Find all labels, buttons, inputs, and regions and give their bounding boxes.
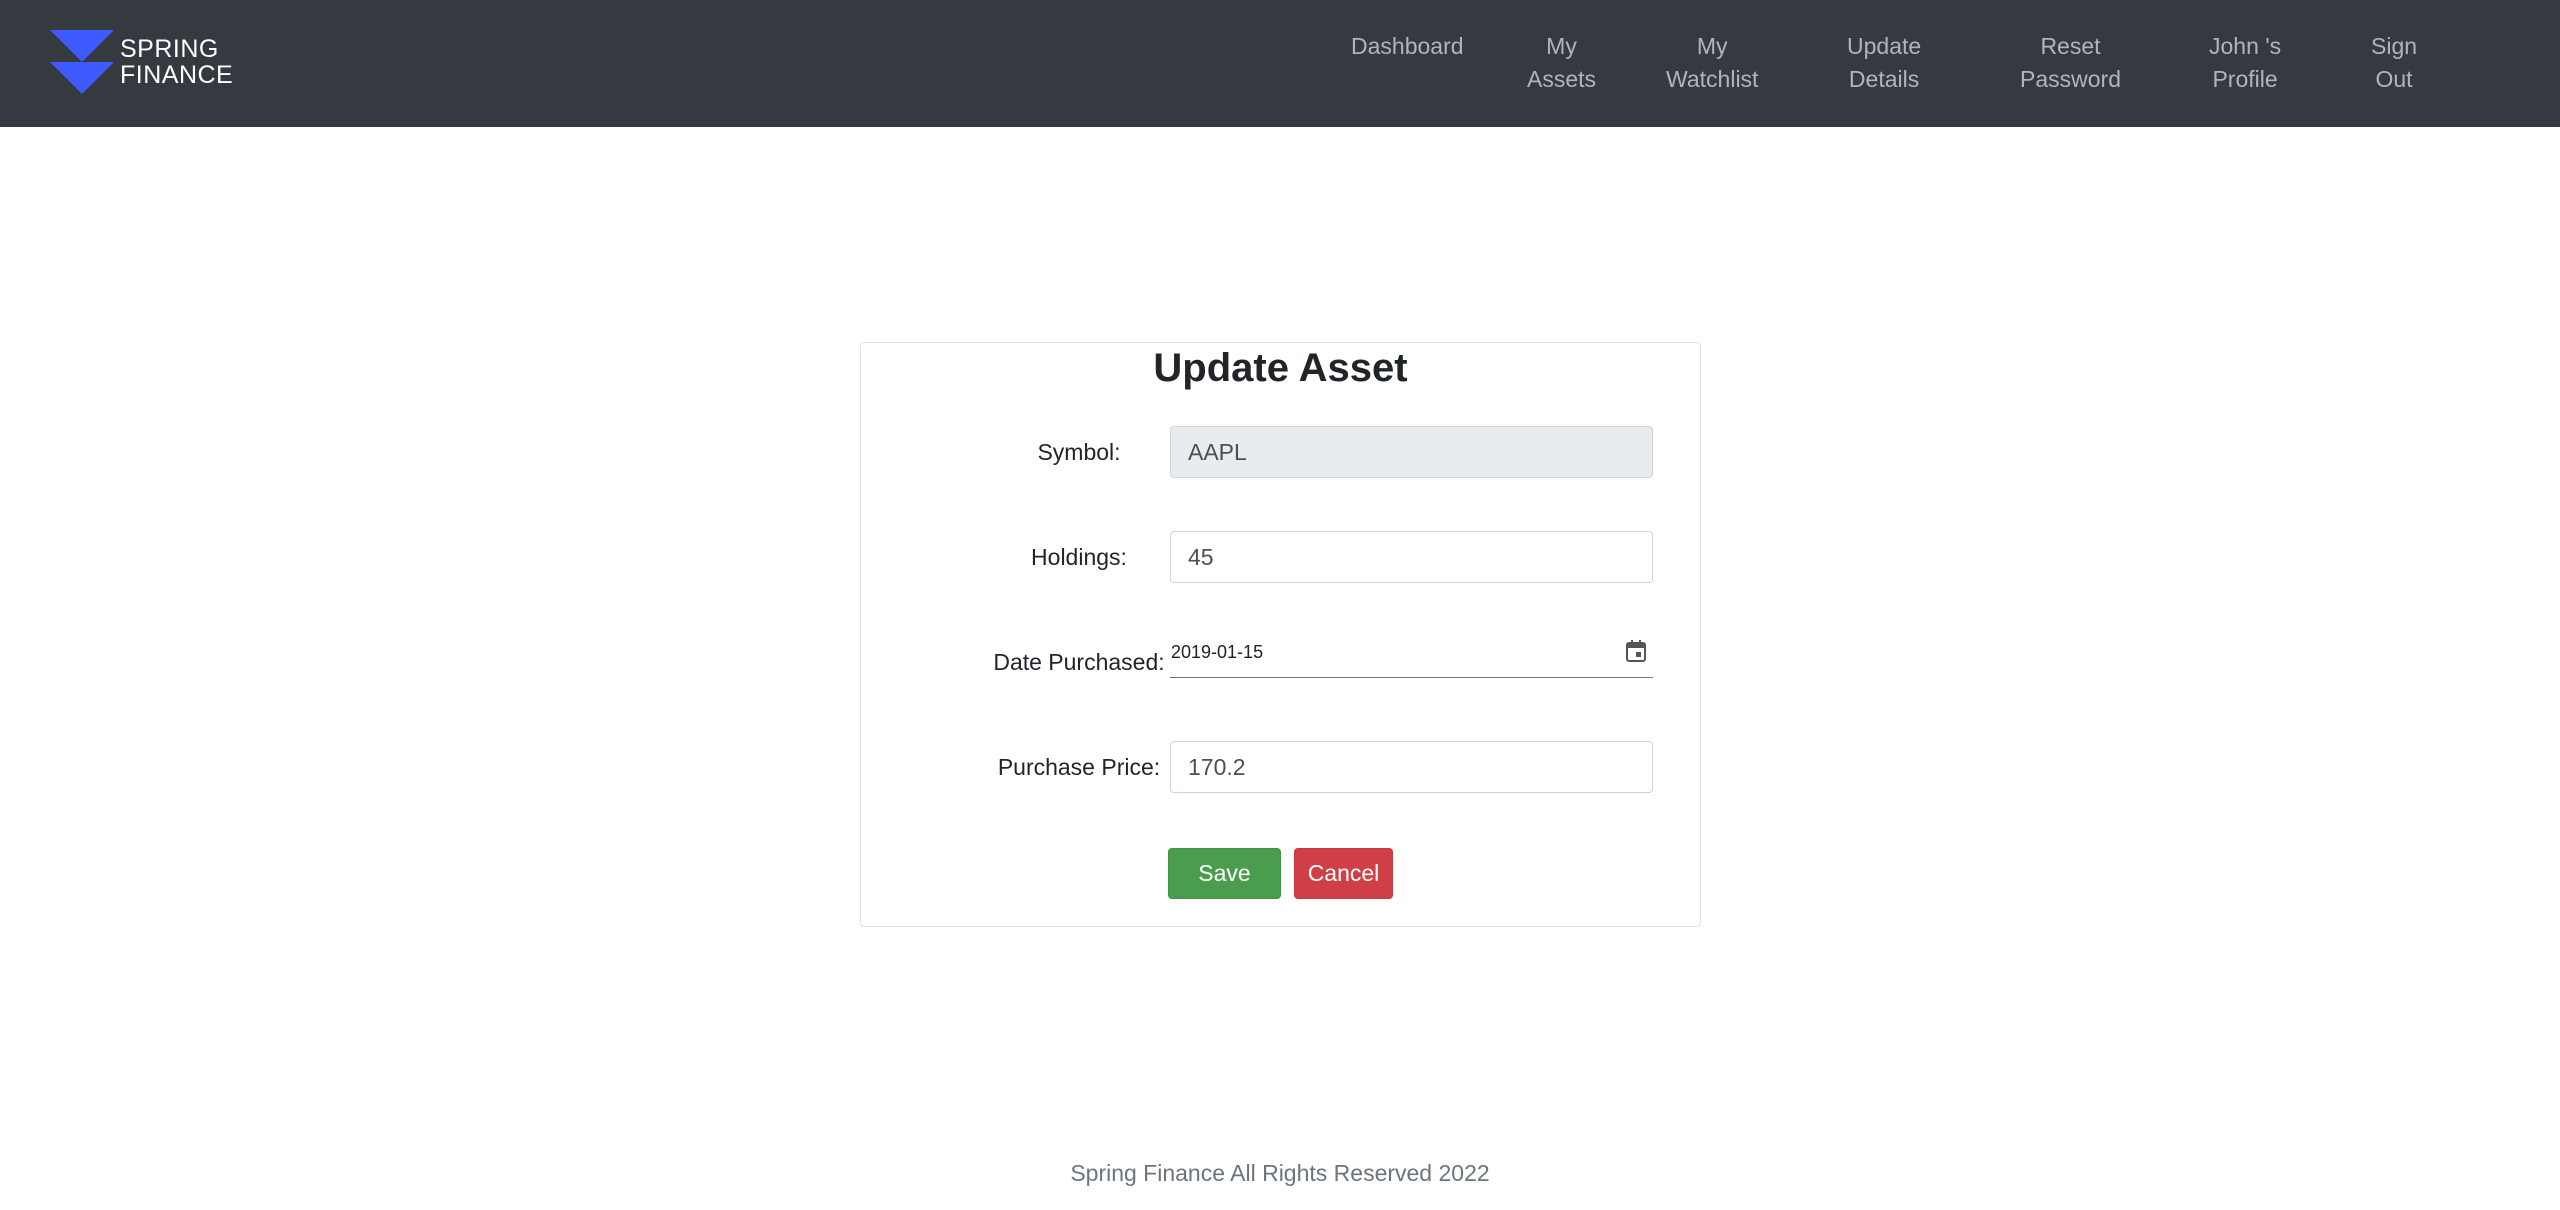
nav-profile[interactable]: John 's Profile [2209,30,2281,96]
spring-finance-logo-icon [50,30,114,94]
nav-dashboard[interactable]: Dashboard [1351,30,1464,63]
nav-my-assets-label-2: Assets [1527,66,1597,92]
brand-line-1: SPRING [120,35,219,63]
nav-sign-out-label-1: Sign [2371,33,2418,59]
nav-update-details-label-2: Details [1848,66,1920,92]
nav-update-details[interactable]: Update Details [1847,30,1921,96]
symbol-field[interactable] [1170,426,1653,478]
calendar-icon[interactable] [1625,639,1647,663]
navbar: SPRING FINANCE Dashboard My Assets My Wa… [0,0,2560,127]
brand-link[interactable]: SPRING FINANCE [50,30,233,94]
nav-reset-password[interactable]: Reset Password [2020,30,2121,96]
nav-my-assets[interactable]: My Assets [1527,30,1596,96]
nav-profile-label-2: Profile [2212,66,2278,92]
nav-profile-label-1: John 's [2209,33,2282,59]
save-button[interactable]: Save [1168,848,1281,899]
date-purchased-field[interactable]: 2019-01-15 [1170,638,1653,678]
cancel-button[interactable]: Cancel [1294,848,1393,899]
nav-my-watchlist[interactable]: My Watchlist [1666,30,1758,96]
nav-update-details-label-1: Update [1847,33,1922,59]
nav-reset-password-label-1: Reset [2040,33,2101,59]
update-asset-card: Update Asset Symbol: Holdings: Date Purc… [860,342,1701,927]
nav-dashboard-label: Dashboard [1351,33,1464,59]
nav-my-assets-label-1: My [1546,33,1577,59]
purchase-price-field[interactable] [1170,741,1653,793]
nav-my-watchlist-label-1: My [1696,33,1728,59]
holdings-field[interactable] [1170,531,1653,583]
date-purchased-value: 2019-01-15 [1171,642,1264,662]
brand-name: SPRING FINANCE [120,36,233,88]
nav-reset-password-label-2: Password [2020,66,2121,92]
page-title: Update Asset [1153,346,1408,390]
nav-sign-out[interactable]: Sign Out [2371,30,2417,96]
brand-line-2: FINANCE [120,61,234,89]
footer-text: Spring Finance All Rights Reserved 2022 [1070,1160,1490,1186]
nav-my-watchlist-label-2: Watchlist [1666,66,1759,92]
nav-sign-out-label-2: Out [2375,66,2413,92]
